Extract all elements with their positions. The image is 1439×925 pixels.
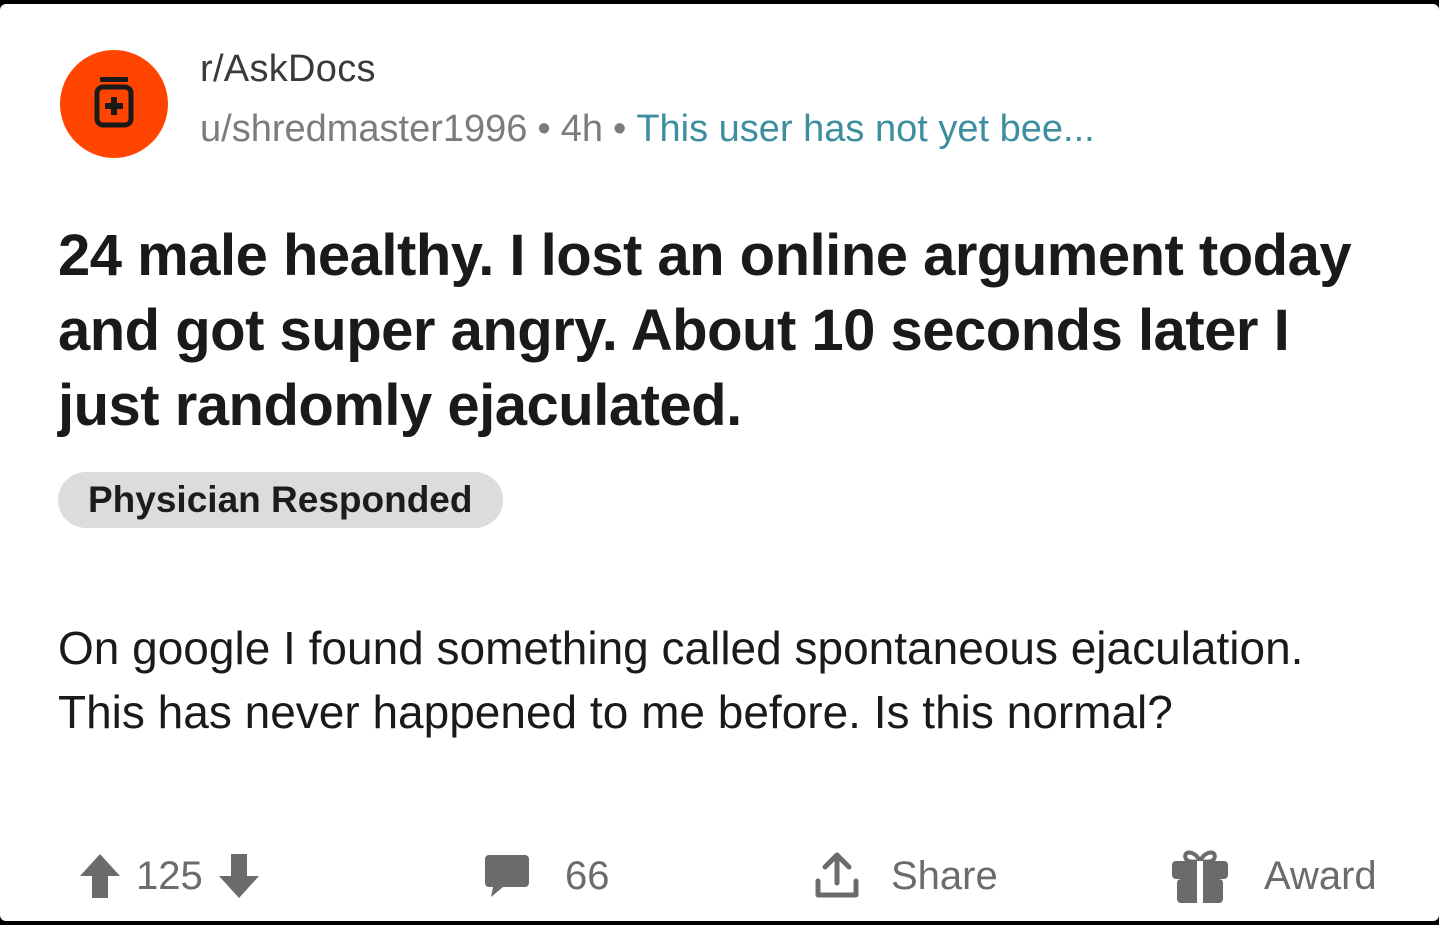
post-card: r/AskDocs u/shredmaster1996 • 4h • This user… xyxy=(0,4,1439,921)
comment-count: 66 xyxy=(565,853,610,898)
post-meta: u/shredmaster1996 • 4h • This user has not y… xyxy=(200,108,1095,151)
award-label: Award xyxy=(1264,853,1377,898)
share-button[interactable]: Share xyxy=(813,844,998,908)
upvote-button[interactable] xyxy=(78,852,122,900)
user-flair: This user has not yet bee... xyxy=(636,108,1095,150)
comments-button[interactable]: 66 xyxy=(483,844,610,908)
separator-dot: • xyxy=(613,108,627,150)
arrow-down-icon xyxy=(218,854,259,898)
post-body: On google I found something called spont… xyxy=(58,622,1304,738)
post-flair-badge[interactable]: Physician Responded xyxy=(58,472,503,528)
subreddit-avatar[interactable] xyxy=(60,50,168,158)
separator-dot: • xyxy=(537,108,551,150)
award-button[interactable]: Award xyxy=(1170,844,1377,908)
action-bar: 125 66 Share Award xyxy=(78,844,1408,908)
downvote-button[interactable] xyxy=(217,852,261,900)
gift-icon xyxy=(1172,850,1228,903)
share-label: Share xyxy=(891,853,998,898)
medical-bottle-icon xyxy=(91,74,137,135)
subreddit-name[interactable]: r/AskDocs xyxy=(200,48,376,91)
vote-count: 125 xyxy=(136,853,203,898)
share-upload-icon xyxy=(815,852,859,898)
arrow-up-icon xyxy=(80,854,120,898)
author-link[interactable]: u/shredmaster1996 xyxy=(200,108,527,150)
post-title[interactable]: 24 male healthy. I lost an online argume… xyxy=(58,218,1398,443)
post-age: 4h xyxy=(560,108,604,150)
comment-bubble-icon xyxy=(485,855,529,897)
vote-control: 125 xyxy=(78,844,261,908)
